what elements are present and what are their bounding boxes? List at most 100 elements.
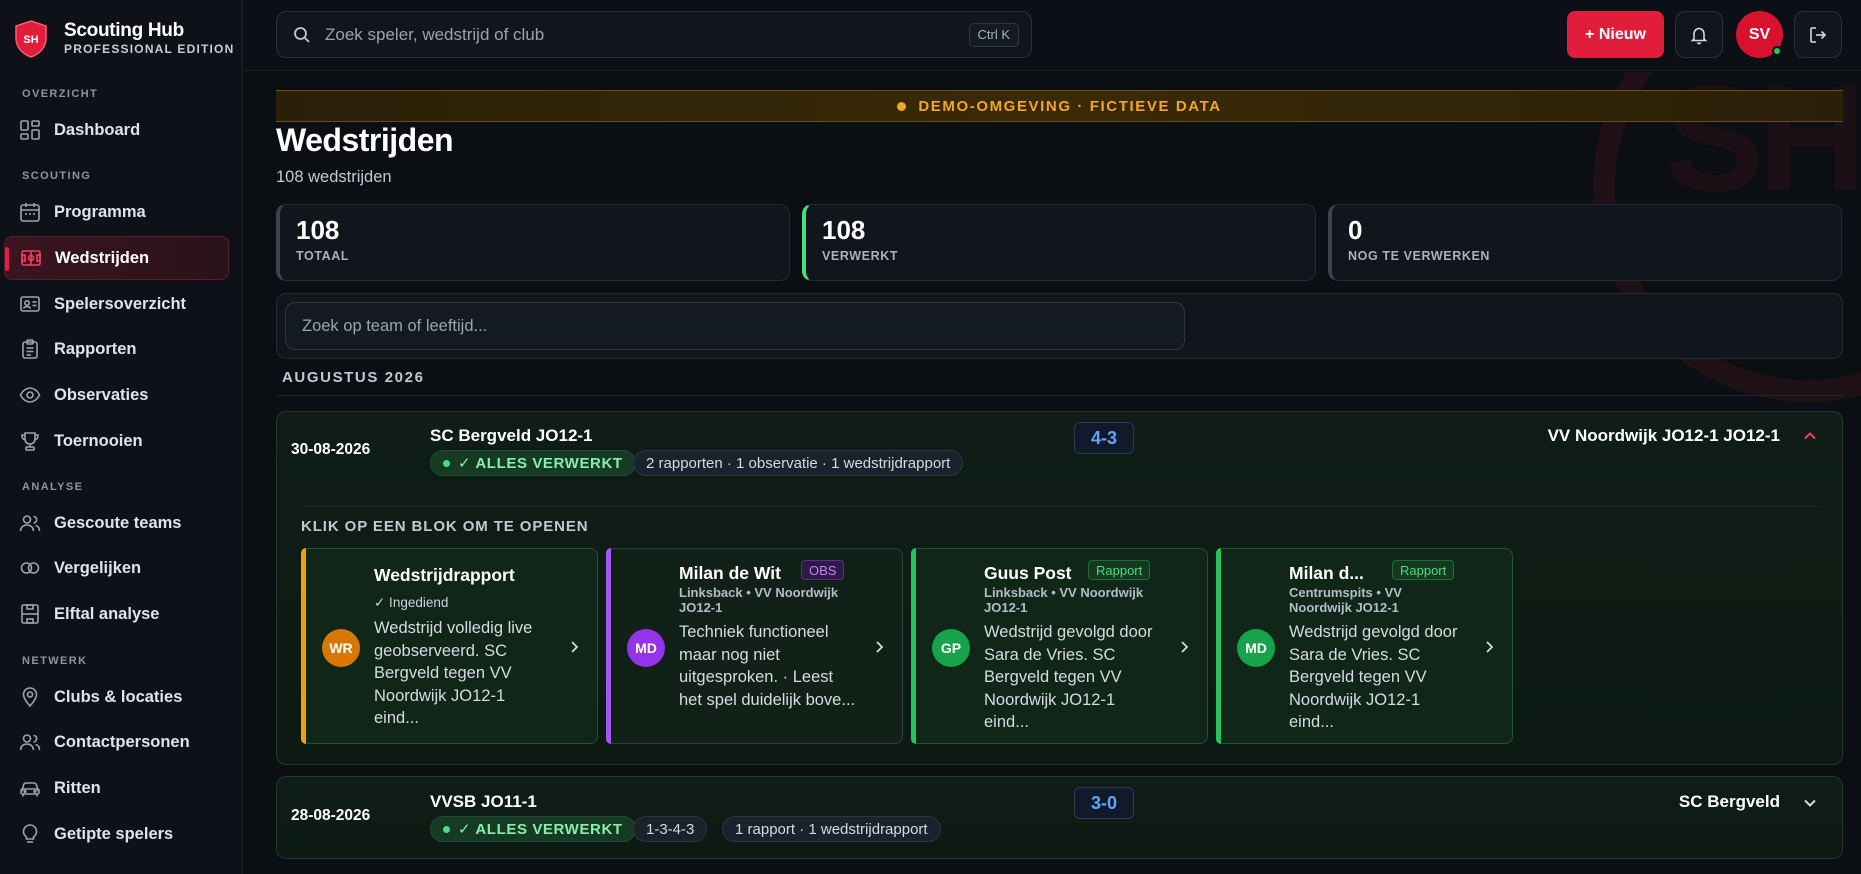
online-status-dot [1772,46,1782,56]
sidebar-item-spelersoverzicht[interactable]: Spelersoverzicht [4,282,229,326]
car-icon [16,774,44,802]
status-dot-icon [443,825,450,833]
stat-label: TOTAAL [296,249,350,263]
sidebar-item-label: Vergelijken [54,558,142,577]
sidebar-item-dashboard[interactable]: Dashboard [4,108,229,152]
sidebar-item-label: Gescoute teams [54,513,182,532]
nav-section-analyse: ANALYSE [22,481,84,493]
home-team: VVSB JO11-1 [430,792,537,811]
sidebar-item-toernooien[interactable]: Toernooien [4,419,229,463]
nav-section-netwerk: NETWERK [22,655,88,667]
new-button[interactable]: + Nieuw [1567,11,1664,58]
user-avatar[interactable]: SV [1736,11,1783,58]
sidebar-item-elftal-analyse[interactable]: Elftal analyse [4,592,229,636]
stat-label: VERWERKT [822,249,899,263]
team-filter-input[interactable] [285,302,1185,350]
report-block[interactable]: MD Milan d... Rapport Centrumspits • VV … [1216,548,1513,744]
compare-icon [16,554,44,582]
stat-card-nog-te-verwerken: 0 NOG TE VERWERKEN [1328,204,1842,281]
stat-label: NOG TE VERWERKEN [1348,249,1491,263]
sidebar-item-label: Elftal analyse [54,604,160,623]
block-text: Techniek functioneel maar nog niet uitge… [679,623,856,709]
match-score: 4-3 [1074,422,1134,454]
match-date: 30-08-2026 [291,441,371,458]
logout-button[interactable] [1794,11,1842,58]
sidebar-item-programma[interactable]: Programma [4,190,229,234]
match-report-block[interactable]: WR Wedstrijdrapport ✓ Ingediend Wedstrij… [301,548,598,744]
block-accent [606,548,611,744]
status-badge: ✓ ALLES VERWERKT [430,816,636,842]
brand-subtitle: PROFESSIONAL EDITION [64,42,235,56]
svg-text:SH: SH [23,34,38,46]
status-text: ✓ ALLES VERWERKT [458,455,623,472]
sidebar-item-label: Rapporten [54,339,137,358]
report-tag: Rapport [1088,560,1151,580]
match-score: 3-0 [1074,787,1134,819]
block-meta: ✓ Ingediend [374,595,449,610]
sidebar-item-rapporten[interactable]: Rapporten [4,327,229,371]
search-input[interactable] [325,24,925,45]
match-card[interactable]: 30-08-2026 SC Bergveld JO12-1 4-3 VV Noo… [276,411,1843,765]
summary-badge: 1 rapport · 1 wedstrijdrapport [722,816,941,842]
stat-value: 108 [822,215,866,245]
obs-tag: OBS [801,560,845,580]
dashboard-icon [16,116,44,144]
avatar: WR [322,629,360,667]
block-title: Milan de Wit [679,563,781,583]
status-dot-icon [443,459,450,467]
stat-value: 0 [1348,215,1363,245]
calendar-icon [16,198,44,226]
match-date: 28-08-2026 [291,807,371,824]
demo-banner: DEMO-OMGEVING · FICTIEVE DATA [276,90,1843,122]
block-meta: Linksback • VV Noordwijk JO12-1 [679,585,839,615]
global-search[interactable]: Ctrl K [276,11,1032,58]
avatar: MD [627,629,665,667]
report-block[interactable]: GP Guus Post Rapport Linksback • VV Noor… [911,548,1208,744]
bell-icon [1690,27,1708,44]
sidebar-item-getipte-spelers[interactable]: Getipte spelers [4,812,229,856]
observation-block[interactable]: MD Milan de Wit OBS Linksback • VV Noord… [606,548,903,744]
block-title: Guus Post [984,563,1072,583]
month-heading: AUGUSTUS 2026 [282,369,425,386]
sidebar-item-contactpersonen[interactable]: Contactpersonen [4,720,229,764]
banner-dot-icon [897,101,907,111]
chevron-right-icon [1181,641,1189,653]
away-team: SC Bergveld [1678,792,1780,811]
sidebar-item-gescoute-teams[interactable]: Gescoute teams [4,501,229,545]
block-title: Milan d... [1289,563,1364,583]
main-content: SH DEMO-OMGEVING · FICTIEVE DATA Wedstri… [244,72,1861,874]
topbar: Ctrl K + Nieuw SV [244,0,1861,71]
month-divider [276,395,1843,396]
summary-badge: 2 rapporten · 1 observatie · 1 wedstrijd… [633,450,964,476]
block-text: Wedstrijd gevolgd door Sara de Vries. SC… [1289,623,1458,731]
chevron-up-icon[interactable] [1800,426,1820,446]
block-title: Wedstrijdrapport [374,565,515,585]
status-badge: ✓ ALLES VERWERKT [430,450,636,476]
demo-banner-text: DEMO-OMGEVING · FICTIEVE DATA [918,97,1222,115]
brand[interactable]: SH Scouting Hub PROFESSIONAL EDITION [14,20,234,58]
formation-badge: 1-3-4-3 [633,816,708,842]
stat-card-totaal: 108 TOTAAL [276,204,790,281]
sidebar-item-label: Programma [54,202,146,221]
notifications-button[interactable] [1675,11,1723,58]
block-accent [1216,548,1221,744]
status-text: ✓ ALLES VERWERKT [458,821,623,838]
sidebar-item-label: Wedstrijden [55,248,150,267]
map-pin-icon [16,683,44,711]
pitch-icon [17,244,45,272]
sidebar-item-clubs-locaties[interactable]: Clubs & locaties [4,675,229,719]
user-initials: SV [1748,25,1771,43]
sidebar-item-vergelijken[interactable]: Vergelijken [4,546,229,590]
sidebar-item-wedstrijden[interactable]: Wedstrijden [4,236,229,280]
search-shortcut-hint: Ctrl K [968,23,1019,47]
logout-icon [1810,26,1827,43]
chevron-down-icon[interactable] [1800,793,1820,813]
section-divider [301,506,1820,507]
match-card[interactable]: 28-08-2026 VVSB JO11-1 3-0 SC Bergveld ✓… [276,776,1843,859]
sidebar-item-ritten[interactable]: Ritten [4,766,229,810]
sidebar-item-observaties[interactable]: Observaties [4,373,229,417]
block-accent [911,548,916,744]
page-title: Wedstrijden [276,122,454,158]
block-meta: Linksback • VV Noordwijk JO12-1 [984,585,1144,615]
sidebar-item-label: Observaties [54,385,149,404]
